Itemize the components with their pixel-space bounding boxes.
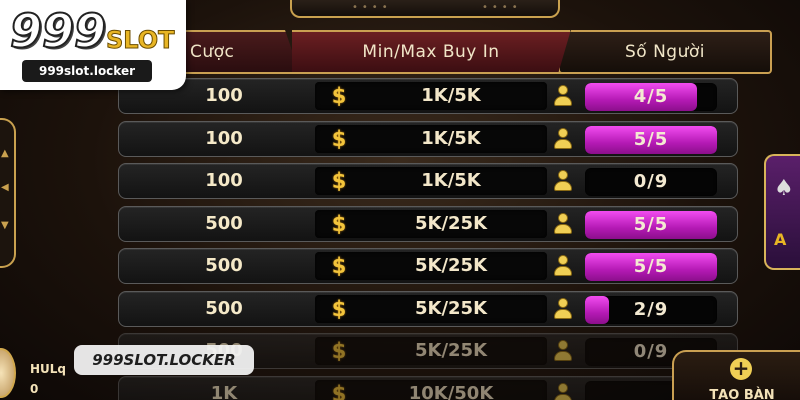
person-icon	[553, 297, 573, 320]
create-table-button[interactable]: + TẠO BÀN	[672, 350, 800, 400]
table-buyin: 1K/5K	[421, 170, 481, 191]
person-icon	[553, 85, 573, 107]
table-buyin-box: $ 1K/5K	[315, 167, 547, 195]
player-info[interactable]: HULq 0	[0, 344, 80, 400]
chevron-left-icon: ◀	[1, 182, 9, 193]
table-row[interactable]: 100 $ 1K/5K 0/9	[118, 163, 738, 199]
player-count-bar: 0/9	[585, 168, 717, 196]
avatar[interactable]	[0, 348, 16, 398]
table-row[interactable]: 500 $ 5K/25K 5/5	[118, 205, 738, 242]
person-icon	[553, 127, 573, 150]
player-count: 5/5	[633, 213, 669, 235]
player-name: HULq	[30, 362, 67, 376]
chevron-up-icon: ▲	[1, 148, 9, 159]
logo-number: 999	[9, 3, 107, 59]
player-count: 5/5	[633, 256, 669, 277]
table-row[interactable]: 1K $ 10K/50K	[118, 375, 738, 400]
player-count-bar: 4/5	[585, 83, 717, 111]
table-bet: 500	[205, 297, 243, 319]
table-bet: 500	[205, 212, 243, 234]
left-side-tab[interactable]: ▲ ◀ ▼	[0, 118, 16, 268]
players-column-header: Số Người	[558, 30, 772, 74]
table-row[interactable]: 100 $ 1K/5K 4/5	[118, 78, 738, 114]
coin-icon: $	[331, 339, 347, 363]
table-row[interactable]: 500 $ 5K/25K 2/9	[118, 290, 738, 327]
card-icon: ♠	[774, 176, 794, 201]
player-count-bar: 5/5	[585, 253, 717, 281]
table-buyin-box: $ 1K/5K	[315, 124, 547, 153]
table-buyin: 10K/50K	[408, 382, 494, 400]
coin-icon: $	[331, 211, 347, 236]
coin-icon: $	[331, 84, 347, 108]
create-table-label: TẠO BÀN	[709, 388, 775, 400]
table-row[interactable]: 100 $ 1K/5K 5/5	[118, 120, 738, 157]
table-buyin-box: $ 5K/25K	[315, 294, 547, 323]
person-icon	[553, 255, 573, 277]
table-buyin-box: $ 5K/25K	[315, 252, 547, 280]
chevron-down-icon: ▼	[1, 220, 9, 231]
table-buyin: 5K/25K	[414, 255, 488, 276]
player-count-bar: 2/9	[585, 295, 717, 324]
logo-url: 999slot.locker	[22, 60, 152, 82]
coin-icon: $	[331, 169, 347, 193]
coin-icon: $	[331, 296, 347, 321]
player-count: 4/5	[633, 86, 669, 107]
table-buyin-box: $ 5K/25K	[315, 337, 547, 365]
table-bet: 500	[205, 255, 243, 276]
table-buyin-box: $ 1K/5K	[315, 82, 547, 110]
player-count: 5/5	[633, 128, 669, 150]
player-count-bar: 5/5	[585, 125, 717, 154]
player-balance: 0	[30, 382, 39, 396]
table-buyin: 5K/25K	[414, 297, 488, 319]
table-bet: 1K	[210, 382, 238, 400]
person-icon	[553, 340, 573, 362]
table-buyin-box: $ 5K/25K	[315, 209, 547, 238]
coin-icon: $	[331, 381, 347, 400]
player-count: 0/9	[633, 171, 669, 192]
player-count-bar: 5/5	[585, 210, 717, 239]
plus-icon: +	[730, 358, 752, 380]
table-buyin: 1K/5K	[421, 85, 481, 106]
game-card-thumbnail[interactable]: ♠ A	[764, 154, 800, 270]
table-buyin-box: $ 10K/50K	[315, 379, 547, 400]
watermark: 999SLOT.LOCKER	[74, 345, 254, 375]
buyin-column-header: Min/Max Buy In	[292, 30, 570, 74]
table-buyin: 5K/25K	[414, 340, 488, 361]
brand-logo: 999 SLOT 999slot.locker	[0, 0, 186, 90]
card-icon-label: A	[774, 230, 787, 249]
coin-icon: $	[331, 254, 347, 278]
table-bet: 100	[205, 85, 243, 106]
logo-word: SLOT	[106, 26, 175, 55]
table-buyin: 1K/5K	[421, 127, 481, 149]
player-count: 2/9	[633, 298, 669, 320]
top-decoration: •••• ••••	[290, 0, 560, 18]
table-buyin: 5K/25K	[414, 212, 488, 234]
person-icon	[553, 382, 573, 400]
person-icon	[553, 212, 573, 235]
table-bet: 100	[205, 127, 243, 149]
table-row[interactable]: 500 $ 5K/25K 5/5	[118, 248, 738, 284]
table-bet: 100	[205, 170, 243, 191]
coin-icon: $	[331, 126, 347, 151]
person-icon	[553, 170, 573, 192]
